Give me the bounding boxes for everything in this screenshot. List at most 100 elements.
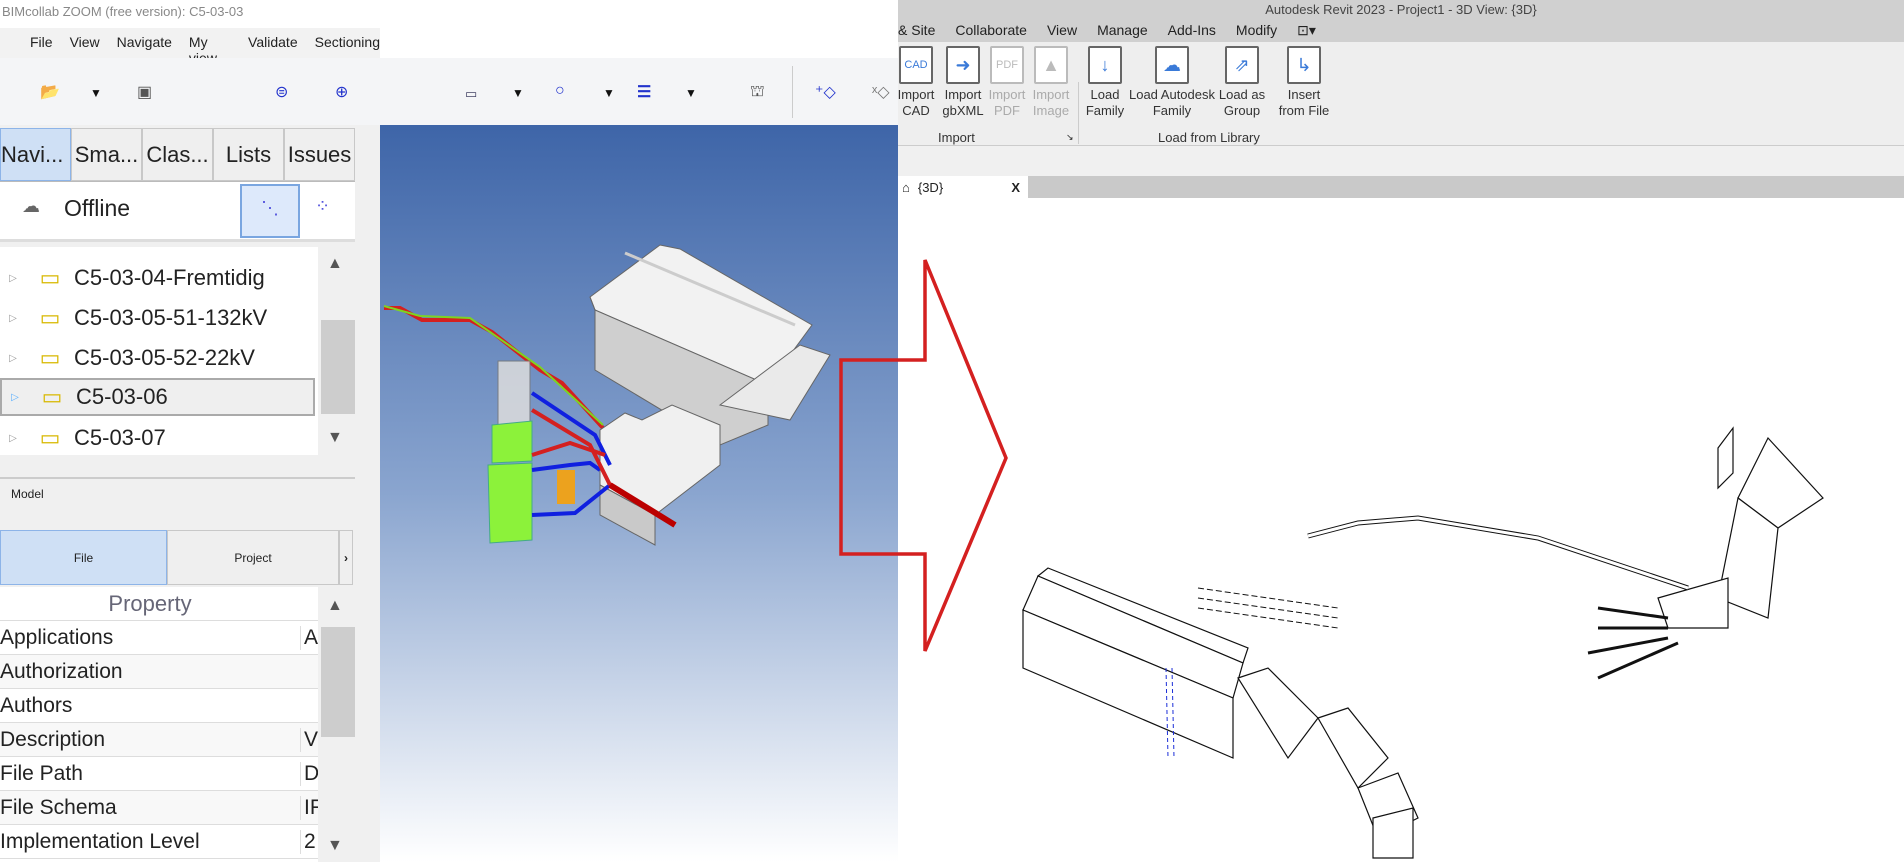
layers-icon[interactable]: ☰ [637,82,651,102]
menu-my-view[interactable]: My view [189,34,231,66]
grid-view-icon[interactable]: ⁘ [315,196,330,217]
tab-smart[interactable]: Sma... [71,128,142,181]
load-autodesk-family-button[interactable]: ☁ Load Autodesk Family [1126,46,1218,119]
import-image-button[interactable]: ▲ Import Image [1028,46,1074,119]
expand-icon[interactable]: ▷ [2,392,28,403]
expand-icon[interactable]: ▷ [0,313,26,324]
folder-icon: ▭ [39,305,61,330]
title-text: BIMcollab ZOOM (free version): C5-03-03 [2,4,244,19]
open-dropdown-icon[interactable]: ▼ [90,86,102,100]
property-name: Applications [0,625,114,649]
load-group-icon: ⇗ [1225,46,1259,84]
folder-icon: ▭ [41,384,63,409]
table-row[interactable]: File Path D [0,757,318,791]
tree-scrollbar[interactable]: ▲ ▼ [318,247,355,455]
menu-validate[interactable]: Validate [248,34,298,58]
tab-view[interactable]: View [1047,22,1077,42]
options-bar [898,146,1904,176]
toolbar: 📂 ▼ ▣ ⊜ ⊕ ▭ ▼ ○ ▼ ☰ ▼ ⛫ ⁺◇ ˣ◇ [0,58,898,125]
tab-project[interactable]: Project [167,530,339,585]
tab-lists[interactable]: Lists [213,128,284,181]
scroll-up-icon[interactable]: ▲ [327,597,343,615]
expand-icon[interactable]: ▷ [0,273,26,284]
scroll-thumb[interactable] [321,320,355,414]
cloud-family-icon: ☁ [1155,46,1189,84]
menu-file[interactable]: File [30,34,53,58]
tab-collaborate[interactable]: Collaborate [955,22,1027,42]
tab-massing-site[interactable]: & Site [898,22,935,42]
import-pdf-icon: PDF [990,46,1024,84]
measure-dropdown-icon[interactable]: ▼ [512,86,524,100]
layers-dropdown-icon[interactable]: ▼ [685,86,697,100]
property-value: 2 [300,829,318,854]
add-icon[interactable]: ⊕ [335,82,348,102]
ellipse-icon[interactable]: ○ [555,82,565,100]
property-value: V [300,727,318,752]
bim-model-render [383,244,831,546]
revit-3d-view[interactable] [898,198,1904,862]
zoom-fit-icon[interactable]: ⊜ [275,82,288,102]
import-gbxml-button[interactable]: ➜ Import gbXML [940,46,986,119]
ribbon-toggle-icon[interactable]: ⊡▾ [1297,22,1316,42]
folder-icon: ▭ [39,345,61,370]
table-row[interactable]: File Schema IF [0,791,318,825]
expand-icon[interactable]: ▷ [0,433,26,444]
menu-navigate[interactable]: Navigate [117,34,172,58]
add-tag-icon[interactable]: ⁺◇ [815,82,836,102]
tree-item-selected[interactable]: ▷ ▭ C5-03-06 [0,378,315,416]
open-file-icon[interactable]: 📂 [40,82,60,102]
table-row[interactable]: Description V [0,723,318,757]
properties-scrollbar[interactable]: ▲ ▼ [318,587,355,862]
scroll-up-icon[interactable]: ▲ [327,255,343,273]
menu-view[interactable]: View [70,34,100,58]
import-pdf-button[interactable]: PDF Import PDF [986,46,1028,119]
tree-item-label: C5-03-05-51-132kV [74,305,268,330]
save-icon[interactable]: ▣ [137,82,152,102]
tree-view-button[interactable]: ⋱ [240,184,300,238]
tree-item[interactable]: ▷ ▭ C5-03-04-Fremtidig [0,259,315,297]
load-as-group-button[interactable]: ⇗ Load as Group [1218,46,1266,119]
tab-modify[interactable]: Modify [1236,22,1277,42]
section-box-icon[interactable]: ⛫ [750,82,765,102]
insert-from-file-button[interactable]: ↳ Insert from File [1274,46,1334,119]
title-text: Autodesk Revit 2023 - Project1 - 3D View… [1265,2,1537,17]
scroll-down-icon[interactable]: ▼ [327,837,343,855]
menu-sectioning[interactable]: Sectioning [315,34,380,58]
tab-add-ins[interactable]: Add-Ins [1168,22,1216,42]
scroll-down-icon[interactable]: ▼ [327,429,343,447]
group-import-label: Import [938,130,975,145]
measure-icon[interactable]: ▭ [465,86,477,102]
tree-item[interactable]: ▷ ▭ C5-03-05-52-22kV [0,339,315,377]
property-header[interactable]: Property [0,587,318,621]
3d-view-icon: ⌂ [902,179,910,195]
tab-classification[interactable]: Clas... [142,128,213,181]
tab-navigator[interactable]: Navi... [0,128,71,181]
header-label: Property [108,590,192,616]
table-row[interactable]: Authorization [0,655,318,689]
property-name: Implementation Level [0,829,200,853]
tabs-next-icon[interactable]: › [339,530,353,585]
scroll-thumb[interactable] [321,627,355,737]
tab-manage[interactable]: Manage [1097,22,1148,42]
bim-3d-viewport[interactable] [380,125,898,862]
tree-item[interactable]: ▷ ▭ C5-03-07 [0,419,315,457]
tab-issues[interactable]: Issues [284,128,355,181]
tree-item[interactable]: ▷ ▭ C5-03-05-51-132kV [0,299,315,337]
table-row[interactable]: Implementation Level 2 [0,825,318,859]
load-family-icon: ↓ [1088,46,1122,84]
table-row[interactable]: Applications A [0,621,318,655]
dialog-launcher-icon[interactable]: ↘ [1066,132,1074,143]
ellipse-dropdown-icon[interactable]: ▼ [603,86,615,100]
table-row[interactable]: Authors [0,689,318,723]
tab-3d-view[interactable]: ⌂ {3D} X [898,176,1028,198]
status-row: ☁ Offline ⋱ ⁘ [0,182,355,242]
load-family-button[interactable]: ↓ Load Family [1082,46,1128,119]
tab-file[interactable]: File [0,530,167,585]
import-cad-button[interactable]: CAD Import CAD [890,46,942,119]
tree-item-label: C5-03-04-Fremtidig [74,265,265,290]
close-tab-icon[interactable]: X [1011,180,1020,195]
cloud-icon: ☁ [22,196,40,216]
remove-tag-icon[interactable]: ˣ◇ [872,82,890,102]
property-table: Property Applications A Authorization Aut… [0,587,318,862]
expand-icon[interactable]: ▷ [0,353,26,364]
